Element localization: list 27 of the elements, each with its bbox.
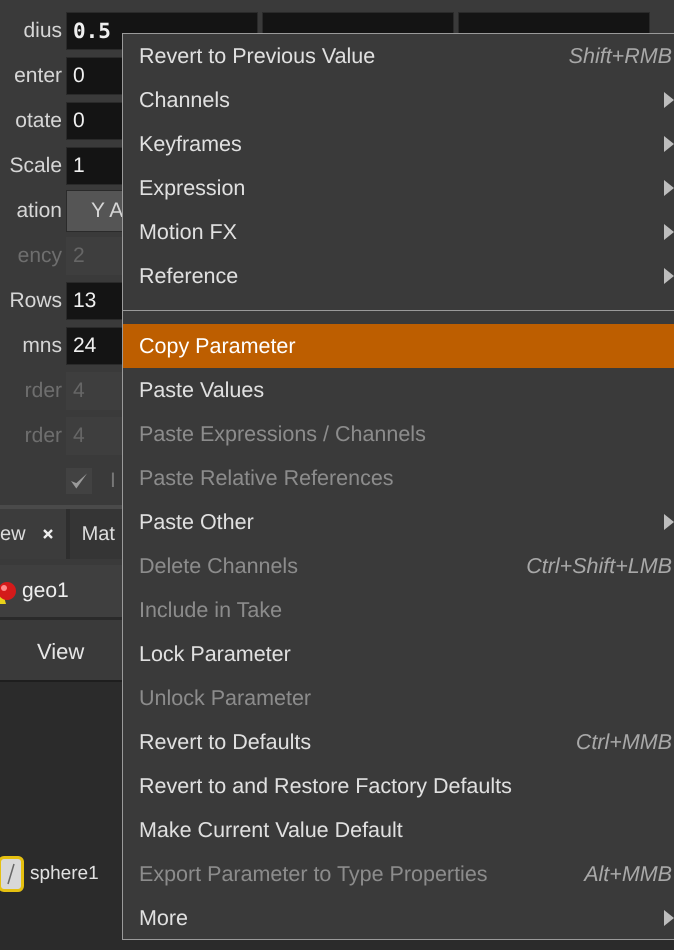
parameter-label: enter bbox=[13, 64, 62, 88]
close-icon[interactable] bbox=[42, 528, 54, 540]
parameter-label: ation bbox=[15, 198, 62, 222]
menu-item[interactable]: Keyframes bbox=[123, 122, 674, 166]
menu-item[interactable]: Revert to Defaults Ctrl+MMB bbox=[123, 720, 674, 764]
parameter-label: Scale bbox=[8, 154, 62, 178]
parameter-label: Rows bbox=[8, 288, 62, 312]
checkbox-label: I bbox=[110, 468, 116, 492]
node-label: sphere1 bbox=[30, 863, 99, 885]
menu-item[interactable]: Make Current Value Default bbox=[123, 808, 674, 852]
menu-item[interactable]: More bbox=[123, 896, 674, 940]
check-icon bbox=[71, 472, 87, 488]
menu-item[interactable]: Expression bbox=[123, 166, 674, 210]
parameter-label: mns bbox=[21, 334, 62, 358]
slash-icon bbox=[7, 863, 15, 885]
menu-item[interactable]: Lock Parameter bbox=[123, 632, 674, 676]
menu-item[interactable]: Motion FX bbox=[123, 210, 674, 254]
menu-item[interactable]: Copy Parameter bbox=[123, 324, 674, 368]
menu-item[interactable]: Revert to and Restore Factory Defaults bbox=[123, 764, 674, 808]
parameter-label: dius bbox=[22, 18, 62, 42]
parameter-label: otate bbox=[14, 108, 62, 132]
path-label[interactable]: geo1 bbox=[22, 579, 69, 603]
node-tile[interactable] bbox=[0, 856, 24, 892]
menu-item[interactable]: Reference bbox=[123, 254, 674, 298]
menu-item[interactable]: Channels bbox=[123, 78, 674, 122]
menu-item[interactable]: Paste Values bbox=[123, 368, 674, 412]
menu-item[interactable]: View bbox=[37, 639, 84, 665]
